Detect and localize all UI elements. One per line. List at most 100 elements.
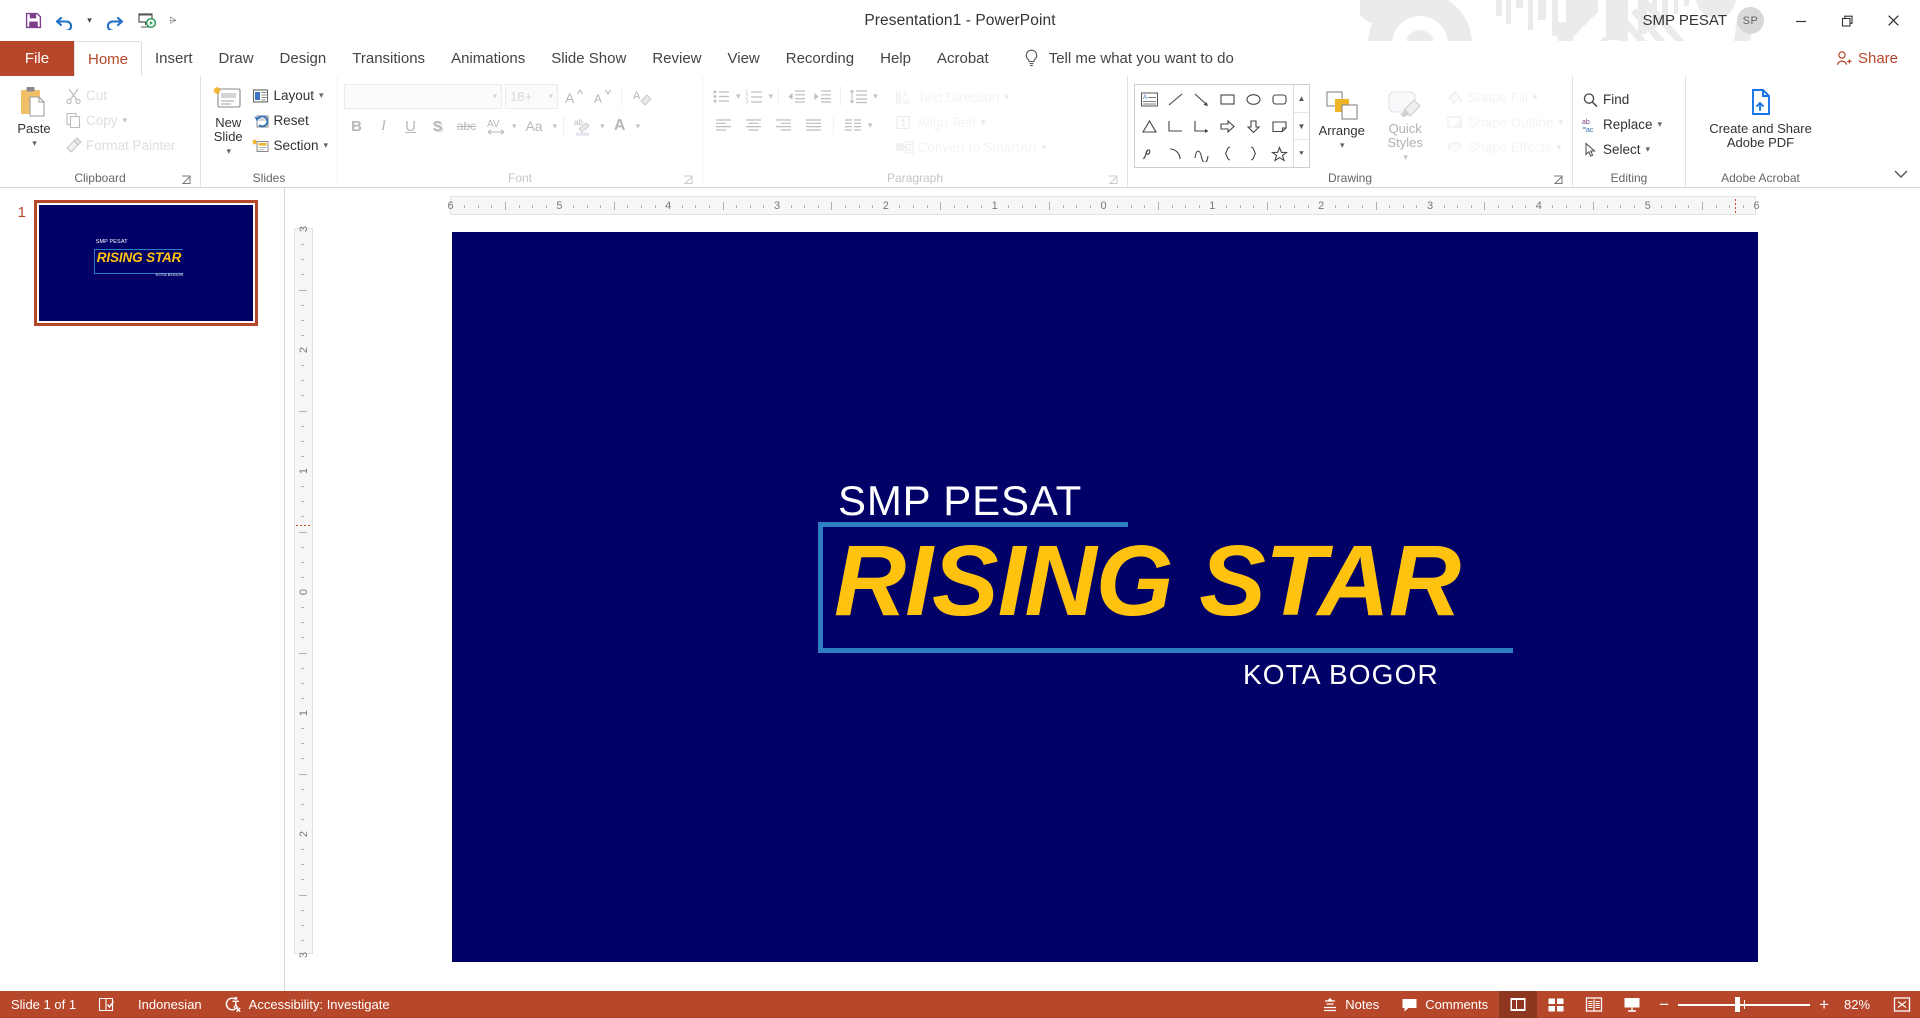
zoom-out-button[interactable]: − <box>1659 995 1669 1015</box>
vertical-ruler[interactable]: 3 2 1 0 1 2 3 <box>294 226 313 958</box>
customize-quick-access-toolbar-icon[interactable]: ⩥ <box>163 7 183 35</box>
shape-arc[interactable] <box>1162 140 1188 167</box>
new-slide-button[interactable]: New Slide ▾ <box>207 82 249 158</box>
shape-left-brace[interactable] <box>1214 140 1240 167</box>
tab-draw[interactable]: Draw <box>206 41 267 76</box>
tab-insert[interactable]: Insert <box>142 41 206 76</box>
tab-help[interactable]: Help <box>867 41 924 76</box>
shape-rounded-rectangle[interactable] <box>1266 86 1292 113</box>
layout-button[interactable]: Layout ▾ <box>249 83 331 108</box>
slide-city[interactable]: KOTA BOGOR <box>1243 659 1439 691</box>
shape-arrow[interactable] <box>1188 86 1214 113</box>
font-dialog-launcher-icon[interactable] <box>682 174 694 186</box>
ruler-indent-marker[interactable] <box>296 525 312 527</box>
horizontal-ruler[interactable]: 6 5 4 3 2 1 0 1 2 3 4 5 6 <box>285 194 1920 216</box>
shape-down-arrow[interactable] <box>1240 113 1266 140</box>
new-slide-caret-icon[interactable]: ▾ <box>226 144 231 158</box>
arrange-caret-icon[interactable]: ▾ <box>1340 138 1345 152</box>
avatar[interactable]: SP <box>1737 7 1764 34</box>
replace-button[interactable]: ab ac Replace ▾ <box>1579 112 1665 137</box>
zoom-level-label[interactable]: 82% <box>1838 997 1876 1012</box>
shapes-scroll-up-icon[interactable]: ▲ <box>1294 85 1309 112</box>
shapes-gallery[interactable]: A ▲ ▼ ⯆ <box>1134 84 1310 168</box>
close-button[interactable] <box>1870 0 1916 41</box>
shapes-scroll-down-icon[interactable]: ▼ <box>1294 111 1309 140</box>
thumbnail-item[interactable]: 1 SMP PESAT RISING STAR KOTA BOGOR <box>0 200 284 326</box>
slide-title[interactable]: RISING STAR <box>834 522 1461 640</box>
layout-caret-icon[interactable]: ▾ <box>319 90 324 101</box>
create-and-share-adobe-pdf-button[interactable]: Create and Share Adobe PDF <box>1692 86 1829 150</box>
shape-line[interactable] <box>1162 86 1188 113</box>
tab-home[interactable]: Home <box>74 41 143 76</box>
shape-rectangle[interactable] <box>1214 86 1240 113</box>
shape-scribble[interactable] <box>1136 140 1162 167</box>
line-spacing-button <box>846 84 871 108</box>
clipboard-dialog-launcher-icon[interactable] <box>180 174 192 186</box>
shape-text-box[interactable]: A <box>1136 86 1162 113</box>
slide-thumbnail-pane[interactable]: 1 SMP PESAT RISING STAR KOTA BOGOR <box>0 188 285 1018</box>
reset-button[interactable]: Reset <box>249 108 331 133</box>
tab-view[interactable]: View <box>715 41 773 76</box>
zoom-track[interactable] <box>1678 991 1811 1018</box>
fit-to-window-button[interactable] <box>1884 991 1920 1018</box>
view-slide-sorter-button[interactable] <box>1537 991 1575 1018</box>
collapse-ribbon-button[interactable] <box>1888 163 1914 185</box>
view-normal-button[interactable] <box>1499 991 1538 1018</box>
drawing-dialog-launcher-icon[interactable] <box>1552 174 1564 186</box>
restore-button[interactable] <box>1824 0 1870 41</box>
shape-folded-corner[interactable] <box>1266 113 1292 140</box>
select-caret-icon[interactable]: ▾ <box>1646 144 1651 155</box>
tab-slide-show[interactable]: Slide Show <box>538 41 639 76</box>
account-name[interactable]: SMP PESAT <box>1643 12 1727 29</box>
zoom-handle[interactable] <box>1734 997 1740 1012</box>
shape-star[interactable] <box>1266 140 1292 167</box>
slide-canvas[interactable]: SMP PESAT RISING STAR KOTA BOGOR <box>452 232 1758 962</box>
replace-caret-icon[interactable]: ▾ <box>1658 119 1663 130</box>
spellcheck-button[interactable] <box>87 991 127 1018</box>
find-button[interactable]: Find <box>1579 87 1665 112</box>
shapes-gallery-more-icon[interactable]: ⯆ <box>1294 139 1309 167</box>
undo-dropdown-caret-icon[interactable]: ▾ <box>82 7 97 35</box>
undo-icon[interactable] <box>50 7 80 35</box>
comments-button[interactable]: Comments <box>1390 991 1499 1018</box>
section-caret-icon[interactable]: ▾ <box>323 140 328 151</box>
tab-acrobat[interactable]: Acrobat <box>924 41 1002 76</box>
paste-caret-icon[interactable]: ▾ <box>32 136 37 150</box>
slide-school-name[interactable]: SMP PESAT <box>838 477 1082 525</box>
minimize-button[interactable] <box>1778 0 1824 41</box>
notes-button[interactable]: Notes <box>1311 991 1390 1018</box>
slide-indicator[interactable]: Slide 1 of 1 <box>0 991 87 1018</box>
shape-right-brace[interactable] <box>1240 140 1266 167</box>
arrange-button[interactable]: Arrange ▾ <box>1310 84 1373 152</box>
tab-design[interactable]: Design <box>267 41 340 76</box>
shape-elbow-connector[interactable] <box>1162 113 1188 140</box>
section-button[interactable]: Section ▾ <box>249 133 331 158</box>
shape-curve[interactable] <box>1188 140 1214 167</box>
shape-right-arrow[interactable] <box>1214 113 1240 140</box>
paste-button[interactable]: Paste ▾ <box>6 82 62 150</box>
tab-recording[interactable]: Recording <box>773 41 867 76</box>
zoom-in-button[interactable]: + <box>1819 995 1829 1015</box>
shapes-gallery-scrollbar[interactable]: ▲ ▼ ⯆ <box>1293 85 1309 167</box>
zoom-slider[interactable]: − + 82% <box>1651 991 1884 1018</box>
tab-file[interactable]: File <box>0 41 74 76</box>
thumbnail-frame[interactable]: SMP PESAT RISING STAR KOTA BOGOR <box>34 200 258 326</box>
tab-animations[interactable]: Animations <box>438 41 538 76</box>
save-icon[interactable] <box>18 7 48 35</box>
select-button[interactable]: Select ▾ <box>1579 137 1665 162</box>
tell-me-search[interactable]: Tell me what you want to do <box>1002 41 1234 76</box>
ruler-indent-marker[interactable] <box>1734 198 1736 214</box>
paragraph-dialog-launcher-icon[interactable] <box>1107 174 1119 186</box>
tab-transitions[interactable]: Transitions <box>339 41 438 76</box>
language-button[interactable]: Indonesian <box>127 991 213 1018</box>
view-reading-button[interactable] <box>1575 991 1613 1018</box>
shape-triangle[interactable] <box>1136 113 1162 140</box>
shape-elbow-arrow-connector[interactable] <box>1188 113 1214 140</box>
share-button[interactable]: Share <box>1835 41 1920 76</box>
shape-oval[interactable] <box>1240 86 1266 113</box>
view-slideshow-button[interactable] <box>1613 991 1651 1018</box>
tab-review[interactable]: Review <box>639 41 714 76</box>
accessibility-button[interactable]: Accessibility: Investigate <box>213 991 401 1018</box>
start-from-beginning-icon[interactable] <box>131 7 161 35</box>
redo-icon[interactable] <box>99 7 129 35</box>
